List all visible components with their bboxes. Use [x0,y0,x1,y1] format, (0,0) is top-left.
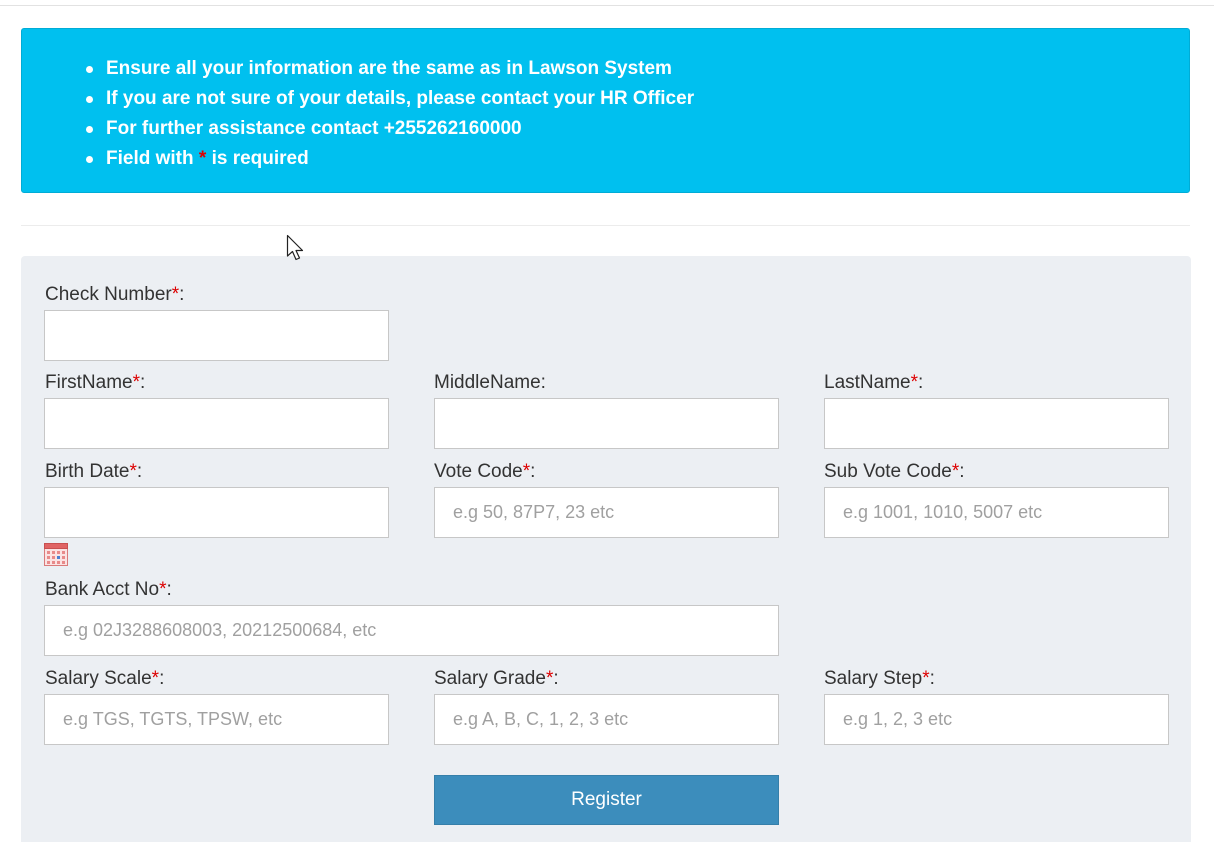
birth-date-input[interactable] [44,487,389,538]
birth-date-label: Birth Date*: [45,461,143,482]
check-number-input[interactable] [44,310,389,361]
last-name-label: LastName*: [824,372,924,393]
notice-item: For further assistance contact +25526216… [85,114,694,144]
bank-acct-no-label: Bank Acct No*: [45,579,172,600]
vote-code-label: Vote Code*: [434,461,536,482]
mouse-pointer-icon [286,234,304,261]
register-button[interactable]: Register [434,775,779,825]
section-divider [21,225,1190,226]
notice-item: If you are not sure of your details, ple… [85,84,694,114]
notice-box: Ensure all your information are the same… [21,28,1190,193]
first-name-input[interactable] [44,398,389,449]
salary-grade-label: Salary Grade*: [434,668,559,689]
required-star: * [171,284,180,305]
required-star: * [910,372,919,393]
vote-code-input[interactable] [434,487,779,538]
notice-list: Ensure all your information are the same… [85,54,694,174]
middle-name-label: MiddleName: [434,372,546,393]
notice-required-prefix: Field with [106,148,199,169]
salary-scale-input[interactable] [44,694,389,745]
first-name-label: FirstName*: [45,372,146,393]
salary-step-input[interactable] [824,694,1169,745]
sub-vote-code-input[interactable] [824,487,1169,538]
salary-grade-input[interactable] [434,694,779,745]
check-number-label: Check Number*: [45,284,185,305]
calendar-icon[interactable] [44,543,68,566]
bank-acct-no-input[interactable] [44,605,779,656]
required-star: * [922,668,930,689]
salary-scale-label: Salary Scale*: [45,668,165,689]
notice-item-required: Field with * is required [85,144,694,174]
required-star: * [132,372,141,393]
sub-vote-code-label: Sub Vote Code*: [824,461,965,482]
salary-step-label: Salary Step*: [824,668,935,689]
middle-name-input[interactable] [434,398,779,449]
top-divider [0,5,1214,6]
required-star: * [129,461,137,482]
notice-item: Ensure all your information are the same… [85,54,694,84]
notice-required-suffix: is required [206,148,309,169]
last-name-input[interactable] [824,398,1169,449]
required-star: * [151,668,160,689]
